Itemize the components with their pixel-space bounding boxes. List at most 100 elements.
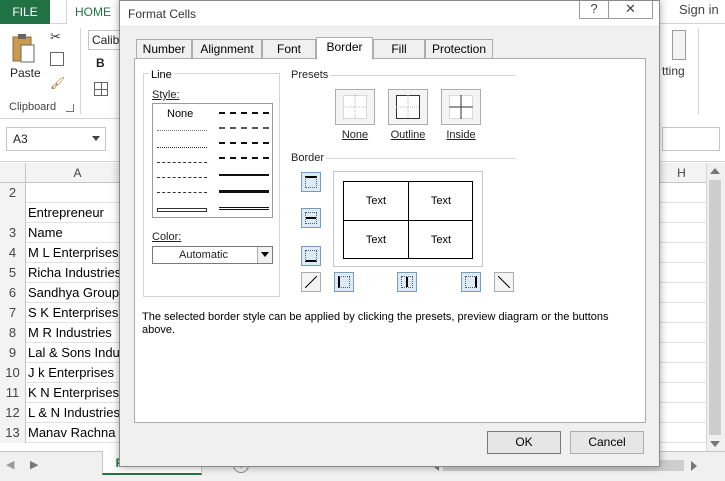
copy-icon[interactable] <box>50 52 64 66</box>
cell-a[interactable]: M L Enterprises <box>28 243 128 263</box>
cell-h[interactable] <box>656 423 706 443</box>
file-tab[interactable]: FILE <box>0 0 50 24</box>
cancel-button[interactable]: Cancel <box>570 431 644 454</box>
line-style-dash-dot[interactable] <box>157 177 207 178</box>
tab-border[interactable]: Border <box>316 37 373 60</box>
column-header-h[interactable]: H <box>656 163 706 183</box>
cell-h[interactable] <box>656 343 706 363</box>
line-style-medium-dashed[interactable] <box>219 157 269 159</box>
cell-h[interactable] <box>656 203 706 223</box>
line-style-dashed[interactable] <box>157 192 207 193</box>
cell-h[interactable] <box>656 403 706 423</box>
bold-button[interactable]: B <box>96 56 105 70</box>
cell-h[interactable] <box>656 363 706 383</box>
line-style-dash-dot-dot[interactable] <box>157 162 207 163</box>
close-button[interactable]: ✕ <box>609 1 653 19</box>
border-preview[interactable]: Text Text Text Text <box>333 171 483 267</box>
chevron-down-icon[interactable] <box>92 136 100 141</box>
border-diagonal-down-button[interactable] <box>494 272 514 292</box>
border-top-button[interactable] <box>301 172 321 192</box>
border-middle-horizontal-button[interactable] <box>301 208 321 228</box>
row-header[interactable]: 11 <box>0 383 26 403</box>
column-header-a[interactable]: A <box>26 163 130 183</box>
row-header[interactable]: 12 <box>0 403 26 423</box>
conditional-formatting-label[interactable]: tting <box>662 64 685 78</box>
home-tab[interactable]: HOME <box>66 0 120 24</box>
line-style-double[interactable] <box>219 207 269 210</box>
color-dropdown-arrow[interactable] <box>257 247 272 263</box>
line-style-dotted[interactable] <box>157 147 207 148</box>
cell-a[interactable]: K N Enterprises <box>28 383 128 403</box>
scroll-right-icon[interactable] <box>691 461 697 471</box>
select-all-corner[interactable] <box>0 163 26 183</box>
preview-grid[interactable]: Text Text Text Text <box>343 181 473 259</box>
formula-input[interactable] <box>662 127 720 151</box>
line-style-slanted-dash-dot[interactable] <box>219 127 269 129</box>
cell-a[interactable]: Manav Rachna <box>28 423 128 443</box>
cell-a[interactable] <box>28 183 128 203</box>
color-dropdown[interactable]: Automatic <box>152 246 273 264</box>
paste-icon[interactable] <box>10 34 36 64</box>
row-header[interactable]: 4 <box>0 243 26 263</box>
cell-h[interactable] <box>656 183 706 203</box>
cell-h[interactable] <box>656 223 706 243</box>
row-header[interactable]: 8 <box>0 323 26 343</box>
preset-inside-label[interactable]: Inside <box>431 129 491 141</box>
cell-a[interactable]: Sandhya Group <box>28 283 128 303</box>
line-style-medium[interactable] <box>219 174 269 176</box>
preset-inside-button[interactable] <box>441 89 481 125</box>
preset-none-label[interactable]: None <box>325 129 385 141</box>
row-header[interactable] <box>0 203 26 223</box>
cut-icon[interactable]: ✂ <box>50 30 64 44</box>
tab-protection[interactable]: Protection <box>425 39 493 59</box>
sheet-prev-icon[interactable]: ◀ <box>6 458 14 471</box>
scroll-up-icon[interactable] <box>710 168 720 174</box>
border-right-button[interactable] <box>461 272 481 292</box>
border-bottom-button[interactable] <box>301 246 321 266</box>
cell-a[interactable]: Richa Industries <box>28 263 128 283</box>
cell-h[interactable] <box>656 383 706 403</box>
scroll-down-icon[interactable] <box>710 441 720 447</box>
cell-a[interactable]: Entrepreneur <box>28 203 128 223</box>
ok-button[interactable]: OK <box>487 431 561 454</box>
tab-fill[interactable]: Fill <box>373 39 425 59</box>
sheet-next-icon[interactable]: ▶ <box>30 458 38 471</box>
line-style-list[interactable]: None <box>152 103 273 218</box>
cell-h[interactable] <box>656 303 706 323</box>
preset-outline-label[interactable]: Outline <box>378 129 438 141</box>
cell-h[interactable] <box>656 323 706 343</box>
vertical-scroll-thumb[interactable] <box>709 180 721 435</box>
line-style-medium-dash-dot[interactable] <box>219 142 269 144</box>
line-style-thick[interactable] <box>219 190 269 193</box>
row-header[interactable]: 2 <box>0 183 26 203</box>
paste-label[interactable]: Paste <box>10 66 41 80</box>
row-header[interactable]: 7 <box>0 303 26 323</box>
conditional-formatting-icon[interactable] <box>672 30 686 60</box>
row-header[interactable]: 5 <box>0 263 26 283</box>
cell-a[interactable]: Lal & Sons Industries <box>28 343 128 363</box>
cell-a[interactable]: S K Enterprises <box>28 303 128 323</box>
format-painter-icon[interactable]: 🖌 <box>50 76 65 90</box>
tab-font[interactable]: Font <box>262 39 316 59</box>
cell-a[interactable]: J k Enterprises <box>28 363 128 383</box>
border-middle-vertical-button[interactable] <box>397 272 417 292</box>
borders-icon[interactable] <box>94 82 108 96</box>
row-header[interactable]: 10 <box>0 363 26 383</box>
cell-h[interactable] <box>656 263 706 283</box>
font-name-box[interactable]: Calib <box>88 30 120 50</box>
tab-number[interactable]: Number <box>136 39 192 59</box>
sign-in-link[interactable]: Sign in <box>679 0 719 20</box>
border-left-button[interactable] <box>334 272 354 292</box>
line-style-medium-dash-dot-dot[interactable] <box>219 112 269 114</box>
tab-alignment[interactable]: Alignment <box>192 39 262 59</box>
row-header[interactable]: 13 <box>0 423 26 443</box>
cell-h[interactable] <box>656 283 706 303</box>
line-style-hairline[interactable] <box>157 130 207 131</box>
cell-a[interactable]: Name <box>28 223 128 243</box>
preset-none-button[interactable] <box>335 89 375 125</box>
row-header[interactable]: 9 <box>0 343 26 363</box>
border-diagonal-up-button[interactable] <box>301 272 321 292</box>
row-header[interactable]: 6 <box>0 283 26 303</box>
dialog-titlebar[interactable]: Format Cells ? ✕ <box>120 1 659 27</box>
line-style-none[interactable]: None <box>167 108 193 120</box>
